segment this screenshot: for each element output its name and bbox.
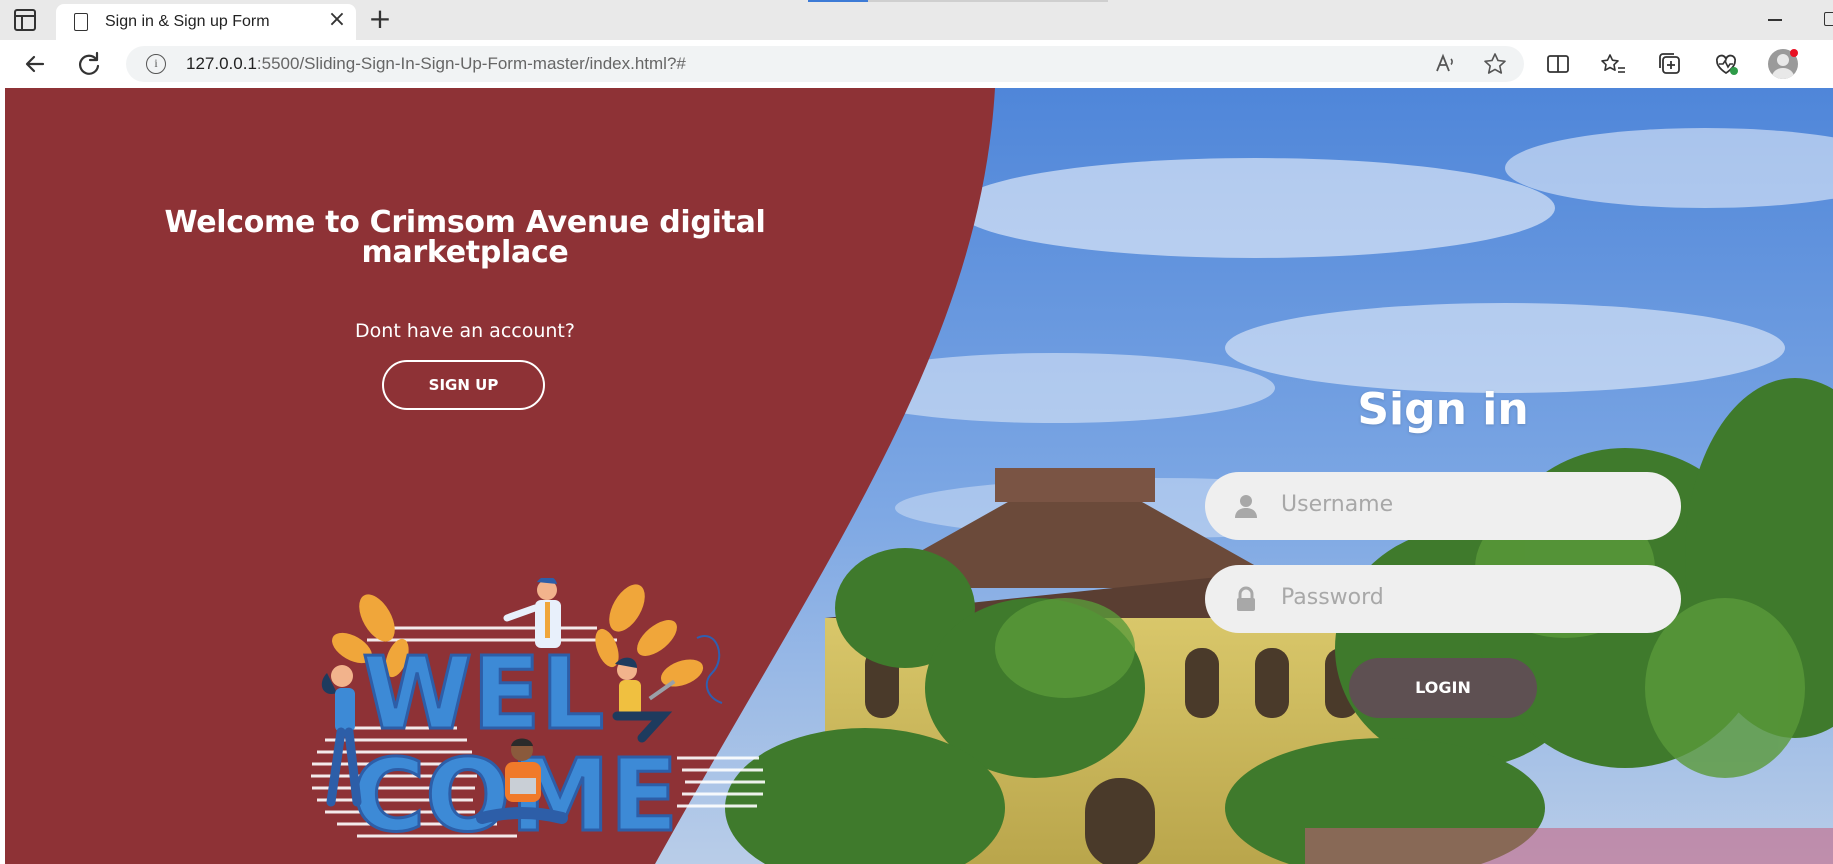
login-button[interactable]: LOGIN [1349,658,1537,718]
welcome-heading: Welcome to Crimsom Avenue digital market… [164,205,766,270]
page-icon [74,13,88,31]
tab-strip-indicator [808,0,1108,2]
site-info-icon[interactable]: i [146,54,166,74]
url-text[interactable]: 127.0.0.1:5500/Sliding-Sign-In-Sign-Up-F… [186,54,686,74]
tab-close-icon[interactable]: × [326,9,348,31]
split-screen-icon[interactable] [1542,48,1574,80]
welcome-illustration: WEL COME [311,578,765,856]
tab-title: Sign in & Sign up Form [105,13,270,30]
browser-toolbar: i 127.0.0.1:5500/Sliding-Sign-In-Sign-Up… [0,40,1833,88]
browser-titlebar: Sign in & Sign up Form × + [0,0,1833,40]
collections-icon[interactable] [1654,48,1686,80]
welcome-art-text-top: WEL [362,635,604,752]
signin-heading: Sign in [1357,384,1529,435]
no-account-text: Dont have an account? [355,320,575,342]
illustration-person-woman-left [321,665,362,807]
browser-tab[interactable]: Sign in & Sign up Form × [56,4,356,40]
signup-button[interactable]: SIGN UP [382,360,545,410]
new-tab-icon[interactable]: + [366,5,394,33]
password-field[interactable]: Password [1205,565,1681,633]
notification-dot [1790,49,1798,57]
url-host: 127.0.0.1 [186,54,257,73]
favorites-icon[interactable] [1598,48,1630,80]
maximize-icon[interactable] [1824,12,1833,26]
back-icon[interactable] [19,48,51,80]
username-placeholder: Username [1281,492,1394,517]
tab-actions-icon[interactable] [14,9,36,31]
lock-icon [1237,586,1255,611]
favorite-star-icon[interactable] [1482,51,1508,77]
hero-section: Welcome to Crimsom Avenue digital market… [5,88,1833,864]
reload-icon[interactable] [73,48,105,80]
url-path: :5500/Sliding-Sign-In-Sign-Up-Form-maste… [256,54,686,73]
web-page: Welcome to Crimsom Avenue digital market… [0,88,1833,864]
read-aloud-icon[interactable] [1432,51,1458,77]
browser-essentials-icon[interactable] [1710,48,1742,80]
password-placeholder: Password [1281,585,1384,610]
minimize-icon[interactable] [1768,19,1782,21]
address-bar[interactable]: i 127.0.0.1:5500/Sliding-Sign-In-Sign-Up… [126,46,1524,82]
username-field[interactable]: Username [1205,472,1681,540]
user-icon [1235,495,1257,518]
